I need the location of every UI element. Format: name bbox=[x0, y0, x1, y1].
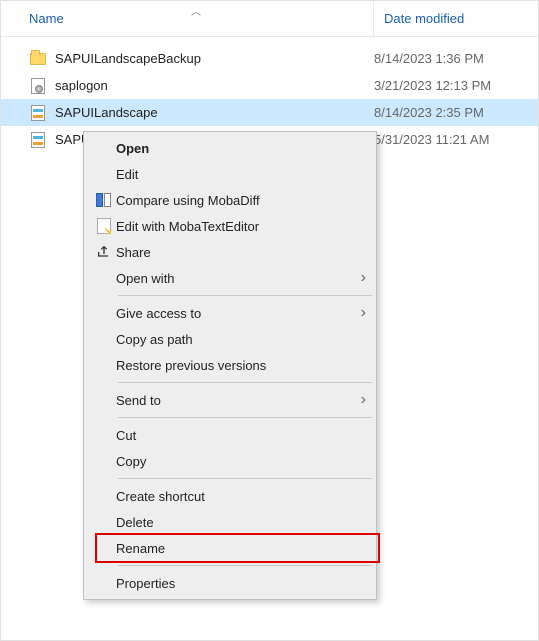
folder-icon bbox=[29, 50, 47, 68]
context-menu: Open Edit Compare using MobaDiff Edit wi… bbox=[83, 131, 377, 600]
ctx-label: Restore previous versions bbox=[116, 358, 366, 373]
ini-file-icon bbox=[29, 77, 47, 95]
ctx-compare-mobadiff[interactable]: Compare using MobaDiff bbox=[86, 187, 374, 213]
ctx-open-with[interactable]: Open with › bbox=[86, 265, 374, 291]
ctx-label: Send to bbox=[116, 393, 361, 408]
separator bbox=[118, 565, 372, 566]
sort-indicator-icon: ︿ bbox=[191, 3, 201, 18]
ctx-rename[interactable]: Rename bbox=[86, 535, 374, 561]
ctx-label: Cut bbox=[116, 428, 366, 443]
chevron-right-icon: › bbox=[361, 391, 366, 409]
separator bbox=[118, 382, 372, 383]
ctx-label: Share bbox=[116, 245, 366, 260]
separator bbox=[118, 417, 372, 418]
ctx-label: Rename bbox=[116, 541, 366, 556]
separator bbox=[118, 295, 372, 296]
ctx-label: Edit with MobaTextEditor bbox=[116, 219, 366, 234]
ctx-label: Create shortcut bbox=[116, 489, 366, 504]
file-date: 8/14/2023 2:35 PM bbox=[374, 105, 484, 120]
compare-icon bbox=[92, 193, 116, 207]
ctx-properties[interactable]: Properties bbox=[86, 570, 374, 596]
file-row-xml-selected[interactable]: SAPUILandscape 8/14/2023 2:35 PM bbox=[1, 99, 538, 126]
ctx-copy-path[interactable]: Copy as path bbox=[86, 326, 374, 352]
file-date: 3/21/2023 12:13 PM bbox=[374, 78, 491, 93]
ctx-send-to[interactable]: Send to › bbox=[86, 387, 374, 413]
ctx-label: Edit bbox=[116, 167, 366, 182]
share-icon bbox=[92, 244, 116, 260]
column-header-date[interactable]: Date modified bbox=[374, 1, 538, 36]
file-date: 5/31/2023 11:21 AM bbox=[374, 132, 489, 147]
ctx-label: Delete bbox=[116, 515, 366, 530]
ctx-restore-versions[interactable]: Restore previous versions bbox=[86, 352, 374, 378]
ctx-copy[interactable]: Copy bbox=[86, 448, 374, 474]
file-name: saplogon bbox=[55, 78, 374, 93]
xml-file-icon bbox=[29, 104, 47, 122]
ctx-edit-mobatext[interactable]: Edit with MobaTextEditor bbox=[86, 213, 374, 239]
ctx-label: Open bbox=[116, 141, 366, 156]
ctx-give-access[interactable]: Give access to › bbox=[86, 300, 374, 326]
file-name: SAPUILandscape bbox=[55, 105, 374, 120]
ctx-label: Copy bbox=[116, 454, 366, 469]
ctx-label: Open with bbox=[116, 271, 361, 286]
ctx-label: Copy as path bbox=[116, 332, 366, 347]
column-header-name[interactable]: Name bbox=[1, 1, 374, 36]
ctx-label: Compare using MobaDiff bbox=[116, 193, 366, 208]
file-date: 8/14/2023 1:36 PM bbox=[374, 51, 484, 66]
ctx-open[interactable]: Open bbox=[86, 135, 374, 161]
chevron-right-icon: › bbox=[361, 269, 366, 287]
ctx-share[interactable]: Share bbox=[86, 239, 374, 265]
edit-file-icon bbox=[92, 218, 116, 234]
ctx-create-shortcut[interactable]: Create shortcut bbox=[86, 483, 374, 509]
file-row-ini[interactable]: saplogon 3/21/2023 12:13 PM bbox=[1, 72, 538, 99]
chevron-right-icon: › bbox=[361, 304, 366, 322]
file-row-folder[interactable]: SAPUILandscapeBackup 8/14/2023 1:36 PM bbox=[1, 45, 538, 72]
xml-file-icon bbox=[29, 131, 47, 149]
ctx-delete[interactable]: Delete bbox=[86, 509, 374, 535]
column-header-row: ︿ Name Date modified bbox=[1, 1, 538, 37]
separator bbox=[118, 478, 372, 479]
ctx-edit[interactable]: Edit bbox=[86, 161, 374, 187]
file-name: SAPUILandscapeBackup bbox=[55, 51, 374, 66]
ctx-label: Give access to bbox=[116, 306, 361, 321]
ctx-label: Properties bbox=[116, 576, 366, 591]
ctx-cut[interactable]: Cut bbox=[86, 422, 374, 448]
